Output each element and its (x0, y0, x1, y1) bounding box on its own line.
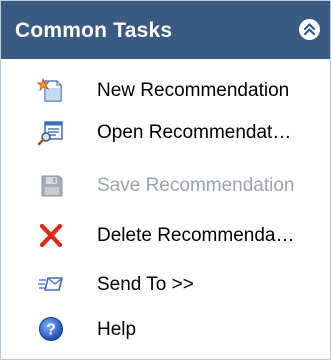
task-label: Send To >> (97, 274, 194, 295)
task-label: Delete Recommenda… (97, 225, 295, 246)
send-to-icon (37, 270, 65, 298)
task-label: Open Recommendat… (97, 122, 292, 143)
panel-title: Common Tasks (15, 19, 173, 42)
task-label: New Recommendation (97, 80, 290, 101)
double-chevron-up-icon (303, 23, 316, 36)
task-open-recommendation[interactable]: Open Recommendat… (1, 112, 330, 154)
task-delete-recommendation[interactable]: Delete Recommenda… (1, 215, 330, 257)
collapse-button[interactable] (299, 19, 320, 40)
open-search-document-icon (37, 118, 65, 146)
task-help[interactable]: ? Help (1, 309, 330, 351)
save-disk-icon (37, 171, 65, 199)
new-document-sparkle-icon (37, 76, 65, 104)
task-label: Help (97, 319, 137, 340)
delete-x-icon (37, 221, 65, 249)
common-tasks-panel: Common Tasks New Recommendation Open Rec… (0, 0, 331, 360)
svg-text:?: ? (46, 322, 56, 339)
help-icon: ? (37, 315, 65, 343)
task-label: Save Recommendation (97, 175, 295, 196)
panel-header[interactable]: Common Tasks (1, 1, 330, 59)
task-new-recommendation[interactable]: New Recommendation (1, 70, 330, 112)
task-send-to[interactable]: Send To >> (1, 264, 330, 306)
task-save-recommendation[interactable]: Save Recommendation (1, 165, 330, 207)
